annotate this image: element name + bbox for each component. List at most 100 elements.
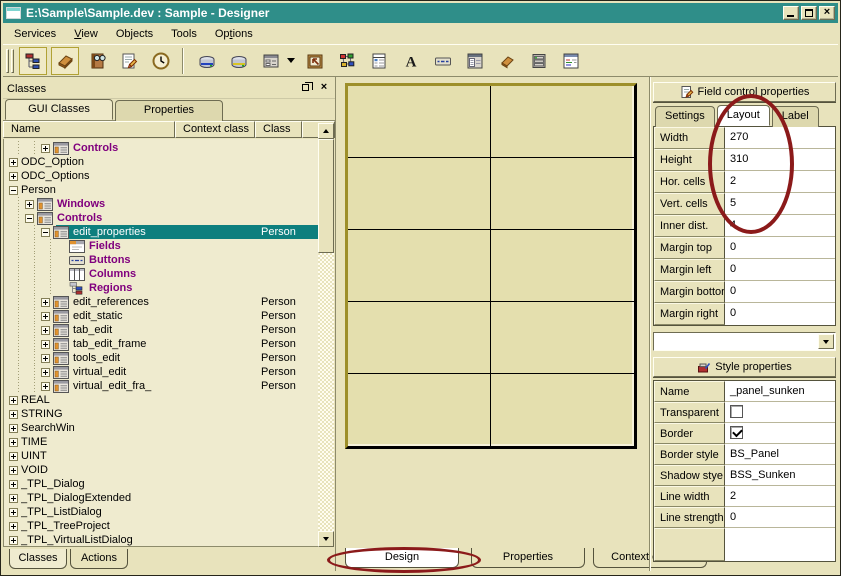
- scroll-down-button[interactable]: [318, 531, 334, 547]
- expand-icon[interactable]: [9, 424, 18, 433]
- toolbar-button-book-glasses[interactable]: [83, 47, 111, 75]
- checkbox-checked[interactable]: [730, 426, 743, 439]
- expand-icon[interactable]: [9, 522, 18, 531]
- property-value[interactable]: [725, 528, 835, 561]
- tree-row-windows[interactable]: Windows: [4, 197, 318, 211]
- toolbar-button-connections[interactable]: [333, 47, 361, 75]
- tree-row-time[interactable]: TIME: [4, 435, 318, 449]
- toolbar-grip[interactable]: [6, 49, 9, 73]
- tree-row-edit_static[interactable]: edit_staticPerson: [4, 309, 318, 323]
- expand-icon[interactable]: [41, 340, 50, 349]
- canvas-cell[interactable]: [491, 374, 634, 446]
- column-header-class[interactable]: Class: [255, 121, 302, 138]
- field-control-properties-button[interactable]: Field control properties: [653, 82, 836, 102]
- property-value[interactable]: _panel_sunken: [725, 381, 835, 402]
- expand-icon[interactable]: [9, 536, 18, 545]
- tab-layout[interactable]: Layout: [717, 105, 770, 126]
- tree-row-tab_edit_frame[interactable]: tab_edit_framePerson: [4, 337, 318, 351]
- expand-icon[interactable]: [41, 144, 50, 153]
- style-combobox[interactable]: [653, 332, 836, 351]
- close-button[interactable]: ×: [819, 6, 835, 20]
- toolbar-button-report-table[interactable]: [365, 47, 393, 75]
- tree-row-person[interactable]: Person: [4, 183, 318, 197]
- tab-design[interactable]: Design: [345, 548, 459, 568]
- tree-row-odc_option[interactable]: ODC_Option: [4, 155, 318, 169]
- expand-icon[interactable]: [9, 508, 18, 517]
- menu-item-options[interactable]: Options: [206, 26, 262, 42]
- toolbar-button-font[interactable]: A: [397, 47, 425, 75]
- collapse-icon[interactable]: [41, 228, 50, 237]
- expand-icon[interactable]: [9, 396, 18, 405]
- toolbar-button-form-list[interactable]: [461, 47, 489, 75]
- property-value[interactable]: [725, 423, 835, 444]
- expand-icon[interactable]: [41, 326, 50, 335]
- toolbar-button-code-window[interactable]: [557, 47, 585, 75]
- toolbar-button-eraser[interactable]: [51, 47, 79, 75]
- canvas-cell[interactable]: [491, 302, 634, 374]
- canvas-cell[interactable]: [348, 86, 491, 158]
- tree-row-edit_references[interactable]: edit_referencesPerson: [4, 295, 318, 309]
- tree-row-_tpl_treeproject[interactable]: _TPL_TreeProject: [4, 519, 318, 533]
- tree-row-odc_options[interactable]: ODC_Options: [4, 169, 318, 183]
- maximize-button[interactable]: [801, 6, 817, 20]
- expand-icon[interactable]: [41, 382, 50, 391]
- tree-row-uint[interactable]: UINT: [4, 449, 318, 463]
- toolbar-button-drive-blue[interactable]: [193, 47, 221, 75]
- toolbar-button-class-tree[interactable]: [19, 47, 47, 75]
- tree-row-void[interactable]: VOID: [4, 463, 318, 477]
- toolbar-button-push-button[interactable]: [429, 47, 457, 75]
- tree-row-tools_edit[interactable]: tools_editPerson: [4, 351, 318, 365]
- close-panel-button[interactable]: ×: [317, 82, 331, 95]
- toolbar-button-server[interactable]: [525, 47, 553, 75]
- expand-icon[interactable]: [9, 410, 18, 419]
- property-value[interactable]: 2: [725, 486, 835, 507]
- expand-icon[interactable]: [41, 368, 50, 377]
- canvas-cell[interactable]: [491, 230, 634, 302]
- tree-row-columns[interactable]: Columns: [4, 267, 318, 281]
- tree-row-virtual_edit_fra_[interactable]: virtual_edit_fra_Person: [4, 379, 318, 393]
- property-value[interactable]: 270: [725, 127, 835, 149]
- menu-item-objects[interactable]: Objects: [107, 26, 162, 42]
- expand-icon[interactable]: [9, 480, 18, 489]
- tab-gui-classes[interactable]: GUI Classes: [5, 99, 113, 120]
- tree-scrollbar[interactable]: [318, 123, 334, 547]
- tree-row-_tpl_virtuallistdialog[interactable]: _TPL_VirtualListDialog: [4, 533, 318, 547]
- minimize-button[interactable]: [783, 6, 799, 20]
- scroll-up-button[interactable]: [318, 123, 334, 139]
- expand-icon[interactable]: [41, 312, 50, 321]
- menu-item-services[interactable]: Services: [5, 26, 65, 42]
- toolbar-button-form-window[interactable]: [257, 47, 285, 75]
- tree-row-tab_edit[interactable]: tab_editPerson: [4, 323, 318, 337]
- tab-properties[interactable]: Properties: [471, 548, 585, 568]
- canvas-cell[interactable]: [348, 158, 491, 230]
- design-canvas[interactable]: [345, 83, 637, 449]
- canvas-cell[interactable]: [348, 302, 491, 374]
- collapse-icon[interactable]: [9, 186, 18, 195]
- tree-row-_tpl_dialogextended[interactable]: _TPL_DialogExtended: [4, 491, 318, 505]
- style-properties-button[interactable]: Style properties: [653, 357, 836, 377]
- toolbar-button-drive-yellow[interactable]: [225, 47, 253, 75]
- tree-row-controls[interactable]: Controls: [4, 141, 318, 155]
- tab-classes[interactable]: Classes: [9, 549, 67, 569]
- property-value[interactable]: 2: [725, 171, 835, 193]
- property-value[interactable]: 0: [725, 259, 835, 281]
- tab-label[interactable]: Label: [772, 106, 819, 127]
- expand-icon[interactable]: [9, 494, 18, 503]
- property-value[interactable]: [725, 402, 835, 423]
- tab-properties[interactable]: Properties: [115, 100, 223, 121]
- canvas-cell[interactable]: [491, 86, 634, 158]
- toolbar-button-eraser2[interactable]: [493, 47, 521, 75]
- tree-row-regions[interactable]: Regions: [4, 281, 318, 295]
- combobox-dropdown-button[interactable]: [818, 334, 834, 349]
- expand-icon[interactable]: [41, 298, 50, 307]
- tree-row-_tpl_dialog[interactable]: _TPL_Dialog: [4, 477, 318, 491]
- menu-item-tools[interactable]: Tools: [162, 26, 206, 42]
- toolbar-button-edit-document[interactable]: [115, 47, 143, 75]
- canvas-cell[interactable]: [348, 230, 491, 302]
- tree-row-controls[interactable]: Controls: [4, 211, 318, 225]
- canvas-cell[interactable]: [348, 374, 491, 446]
- toolbar-dropdown-button[interactable]: [285, 47, 297, 75]
- tab-settings[interactable]: Settings: [655, 106, 715, 127]
- expand-icon[interactable]: [41, 354, 50, 363]
- checkbox-unchecked[interactable]: [730, 405, 743, 418]
